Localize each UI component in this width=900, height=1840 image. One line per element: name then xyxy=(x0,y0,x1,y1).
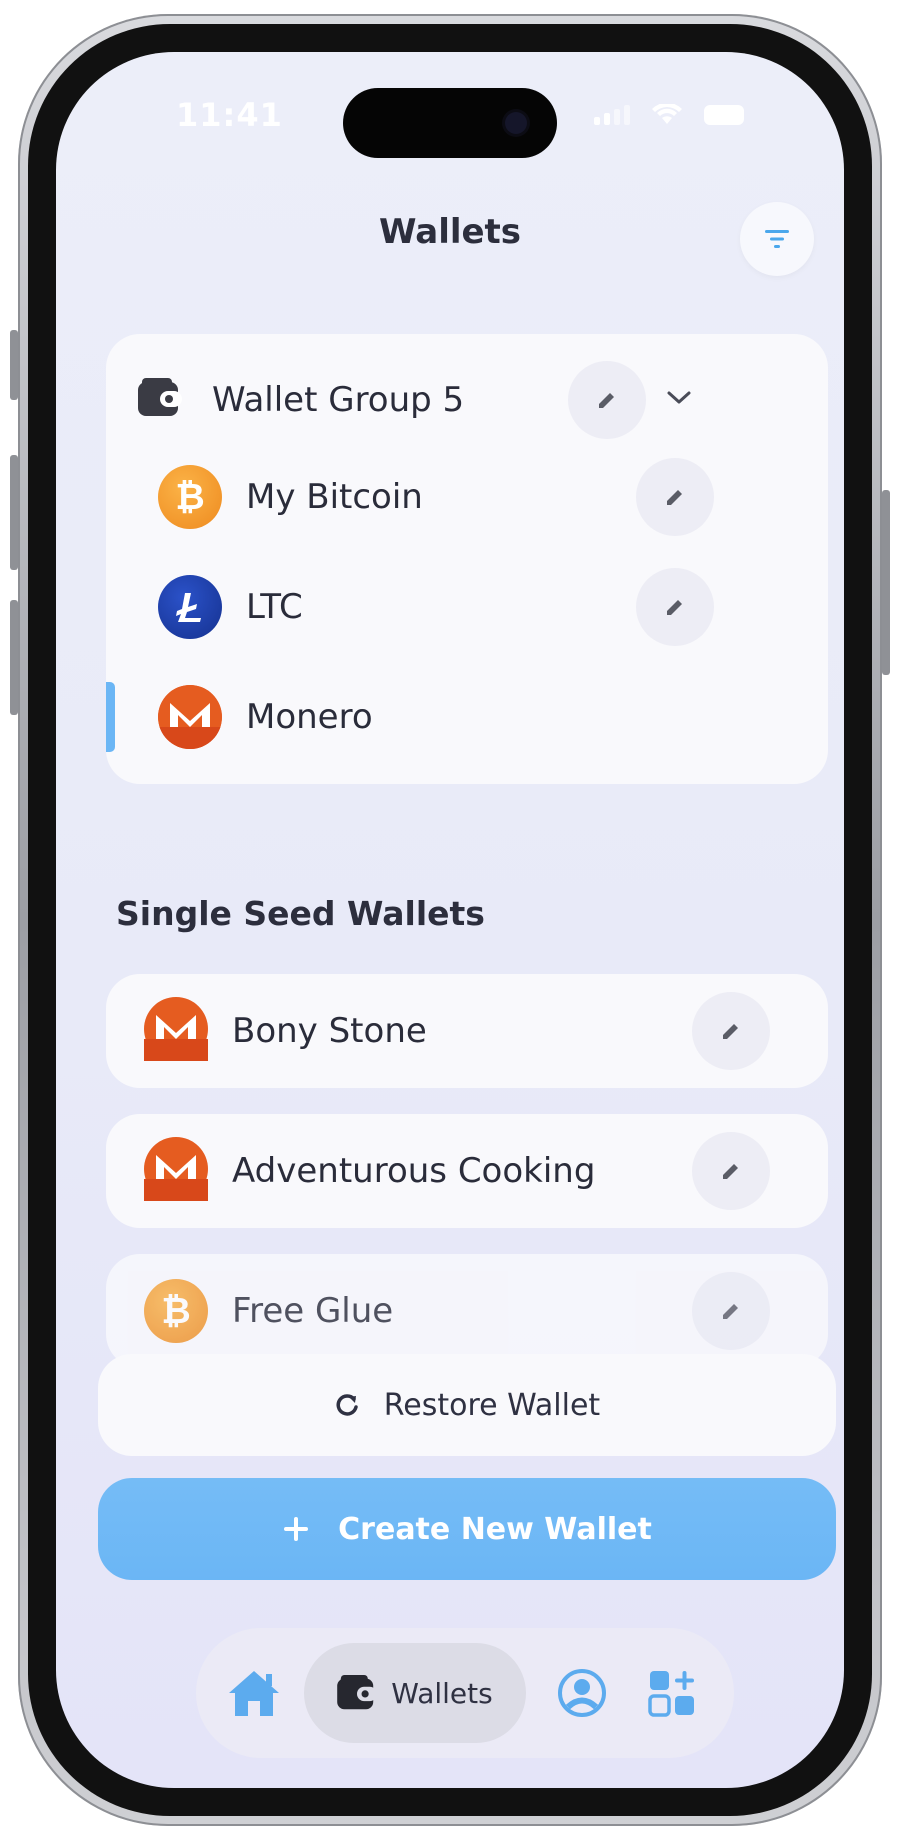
edit-wallet-button[interactable] xyxy=(692,1272,770,1350)
dynamic-island xyxy=(343,88,557,158)
wallet-icon xyxy=(337,1675,378,1710)
create-wallet-button[interactable]: Create New Wallet xyxy=(98,1478,836,1580)
chevron-down-icon[interactable] xyxy=(666,390,692,410)
wallet-name: Adventurous Cooking xyxy=(232,1151,596,1191)
edit-wallet-button[interactable] xyxy=(636,458,714,536)
plus-icon xyxy=(284,1517,309,1541)
section-title: Single Seed Wallets xyxy=(116,894,485,933)
edit-wallet-button[interactable] xyxy=(692,992,770,1070)
monero-icon xyxy=(144,997,208,1065)
apps-icon xyxy=(648,1671,694,1717)
create-wallet-label: Create New Wallet xyxy=(338,1511,652,1547)
wallet-name: Monero xyxy=(246,697,373,737)
wallet-card-bony-stone[interactable]: Bony Stone xyxy=(106,974,828,1088)
restore-icon xyxy=(336,1394,358,1416)
wallet-row: Bony Stone xyxy=(106,974,828,1088)
volume-down-button xyxy=(10,600,18,715)
filter-button[interactable] xyxy=(740,202,814,276)
restore-wallet-label: Restore Wallet xyxy=(383,1387,601,1423)
cellular-signal-icon xyxy=(594,105,630,125)
wallet-name: LTC xyxy=(246,587,303,627)
selected-indicator xyxy=(106,682,115,752)
camera-icon xyxy=(505,112,527,134)
pencil-icon xyxy=(723,1304,738,1319)
screen: 11:41 Wallets Wallet Group 5 ₿ My Bitcoi… xyxy=(56,52,844,1788)
page-title: Wallets xyxy=(378,212,522,252)
action-button xyxy=(10,330,18,400)
wallet-card-adventurous-cooking[interactable]: Adventurous Cooking xyxy=(106,1114,828,1228)
edit-wallet-button[interactable] xyxy=(636,568,714,646)
battery-icon xyxy=(704,105,744,125)
wallet-group-name: Wallet Group 5 xyxy=(212,380,465,420)
restore-wallet-button[interactable]: Restore Wallet xyxy=(98,1354,836,1456)
status-time: 11:41 xyxy=(176,96,283,134)
wallet-card-free-glue[interactable]: ₿ Free Glue xyxy=(106,1254,828,1368)
filter-icon xyxy=(765,230,789,248)
home-indicator xyxy=(328,1768,572,1776)
edit-group-button[interactable] xyxy=(568,361,646,439)
profile-icon xyxy=(558,1669,606,1717)
tab-wallets[interactable]: Wallets xyxy=(304,1643,526,1743)
status-icons xyxy=(594,104,744,126)
pencil-icon xyxy=(723,1164,738,1179)
wifi-icon xyxy=(652,104,682,124)
volume-up-button xyxy=(10,455,18,570)
tab-bar: Wallets xyxy=(196,1628,734,1758)
monero-icon xyxy=(158,685,222,749)
wallet-group-icon xyxy=(138,378,182,422)
home-icon xyxy=(229,1671,279,1716)
monero-icon xyxy=(144,1137,208,1205)
wallet-group-card: Wallet Group 5 ₿ My Bitcoin LTC Monero xyxy=(106,334,828,784)
wallet-group-header[interactable]: Wallet Group 5 xyxy=(106,352,828,448)
bitcoin-icon: ₿ xyxy=(158,465,222,529)
tab-apps[interactable] xyxy=(636,1643,708,1743)
wallet-name: Bony Stone xyxy=(232,1011,427,1051)
wallet-name: My Bitcoin xyxy=(246,477,423,517)
pencil-icon xyxy=(599,393,614,408)
wallet-row-monero[interactable]: Monero xyxy=(106,662,828,772)
pencil-icon xyxy=(667,490,682,505)
wallet-row-my-bitcoin[interactable]: ₿ My Bitcoin xyxy=(106,442,828,552)
power-button xyxy=(882,490,890,675)
litecoin-icon xyxy=(158,575,222,639)
tab-wallets-label: Wallets xyxy=(391,1676,493,1710)
tab-profile[interactable] xyxy=(546,1643,618,1743)
pencil-icon xyxy=(667,600,682,615)
tab-home[interactable] xyxy=(218,1643,290,1743)
wallet-row: Adventurous Cooking xyxy=(106,1114,828,1228)
wallet-name: Free Glue xyxy=(232,1291,394,1331)
phone-frame: 11:41 Wallets Wallet Group 5 ₿ My Bitcoi… xyxy=(18,14,882,1826)
pencil-icon xyxy=(723,1024,738,1039)
wallet-row: ₿ Free Glue xyxy=(106,1254,828,1368)
bitcoin-icon: ₿ xyxy=(144,1279,208,1343)
edit-wallet-button[interactable] xyxy=(692,1132,770,1210)
wallet-row-ltc[interactable]: LTC xyxy=(106,552,828,662)
